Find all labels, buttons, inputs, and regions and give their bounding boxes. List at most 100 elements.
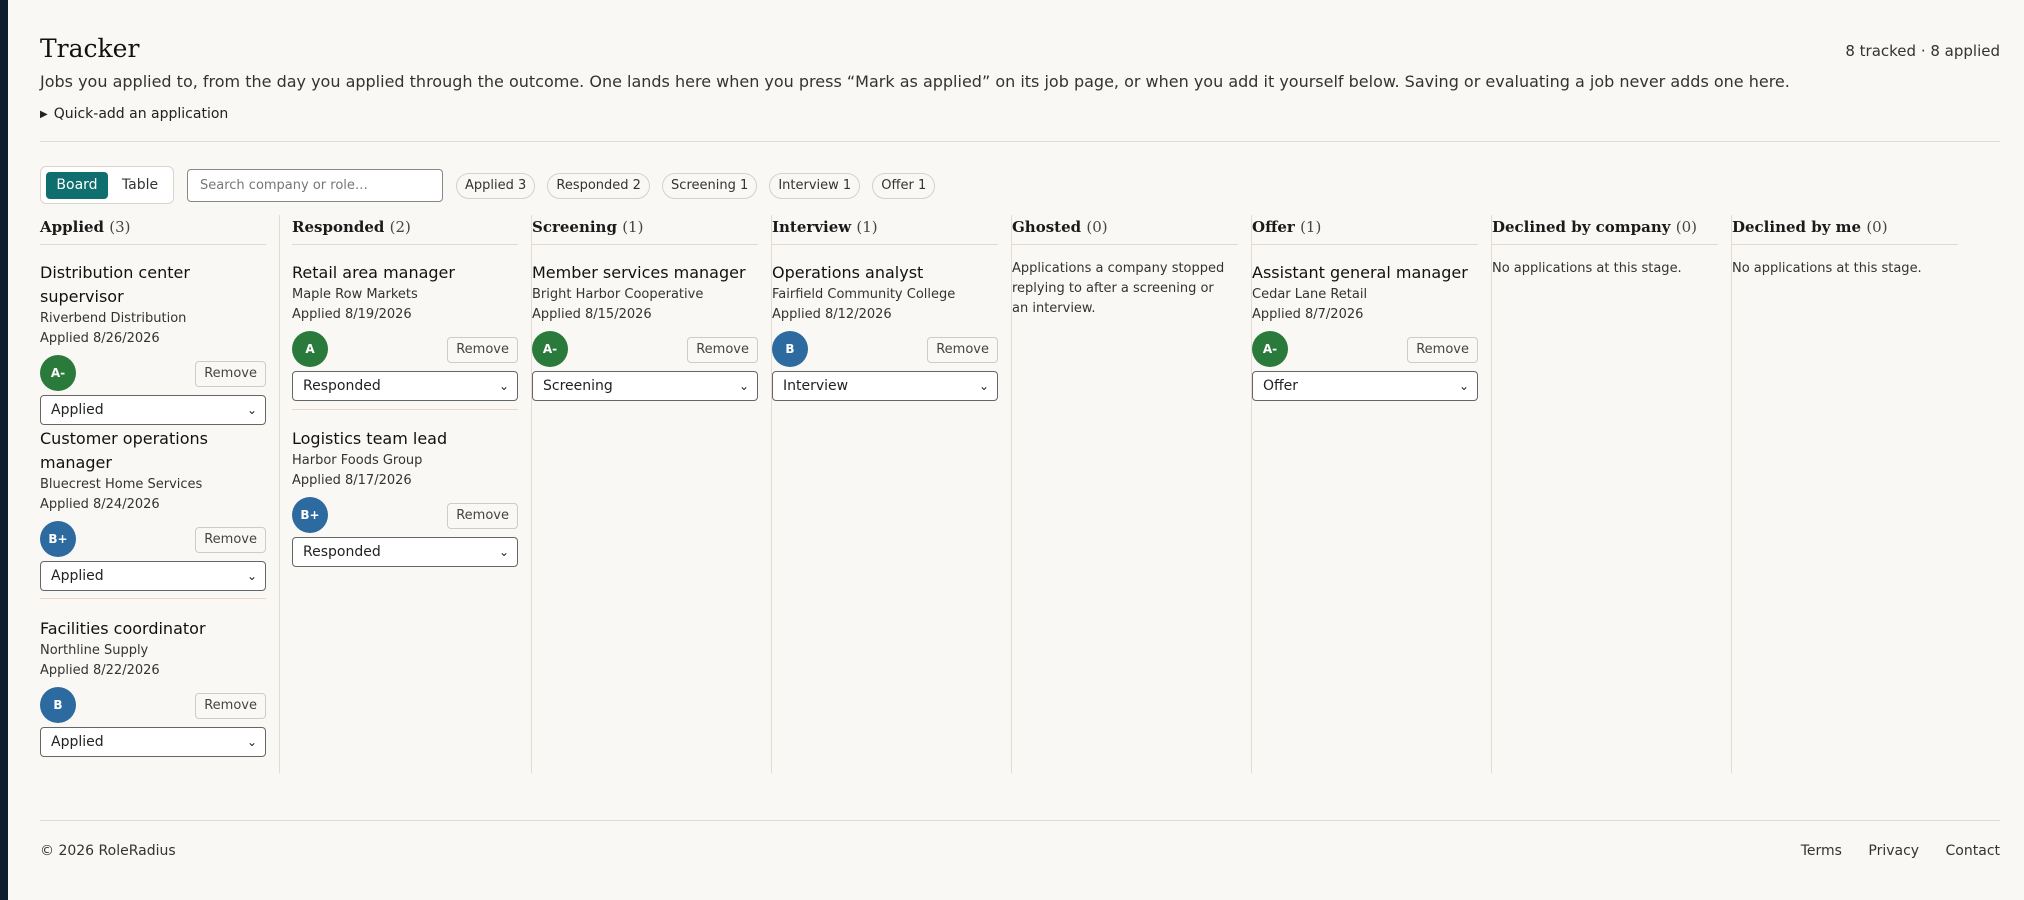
remove-button[interactable]: Remove — [447, 337, 518, 363]
chevron-down-icon: ⌄ — [738, 379, 749, 393]
status-select[interactable]: Responded ⌄ — [292, 537, 518, 567]
card-role[interactable]: Customer operations manager — [40, 427, 266, 475]
card-applied-date: Applied 8/7/2026 — [1252, 307, 1364, 322]
card-role[interactable]: Assistant general manager — [1252, 261, 1478, 285]
search-input[interactable] — [187, 169, 443, 202]
grade-badge: B — [40, 687, 76, 723]
card-role[interactable]: Facilities coordinator — [40, 617, 266, 641]
application-card: Operations analyst Fairfield Community C… — [772, 261, 998, 401]
chip-applied[interactable]: Applied 3 — [456, 173, 536, 199]
application-card: Retail area manager Maple Row Markets Ap… — [292, 261, 518, 410]
chevron-down-icon: ⌄ — [498, 545, 509, 559]
card-applied-date: Applied 8/12/2026 — [772, 307, 892, 322]
status-select[interactable]: Offer ⌄ — [1252, 371, 1478, 401]
remove-button[interactable]: Remove — [195, 361, 266, 387]
column-title: Applied — [40, 218, 105, 236]
remove-button[interactable]: Remove — [1407, 337, 1478, 363]
grade-badge: B+ — [292, 497, 328, 533]
footer-link-privacy[interactable]: Privacy — [1868, 843, 1919, 859]
remove-button[interactable]: Remove — [195, 693, 266, 719]
card-company: Cedar Lane Retail — [1252, 287, 1368, 302]
chip-offer[interactable]: Offer 1 — [872, 173, 936, 199]
column-ghosted: Ghosted (0) Applications a company stopp… — [1012, 215, 1252, 773]
chip-responded[interactable]: Responded 2 — [547, 173, 650, 199]
column-title: Declined by me — [1732, 218, 1862, 236]
card-company: Northline Supply — [40, 643, 149, 658]
chevron-down-icon: ⌄ — [978, 379, 989, 393]
status-select[interactable]: Applied ⌄ — [40, 561, 266, 591]
card-role[interactable]: Retail area manager — [292, 261, 518, 285]
left-rail — [0, 0, 8, 900]
status-select[interactable]: Screening ⌄ — [532, 371, 758, 401]
quick-add-toggle[interactable]: ▶ Quick-add an application — [40, 106, 228, 122]
column-header: Declined by company (0) — [1492, 218, 1718, 245]
card-role[interactable]: Member services manager — [532, 261, 758, 285]
column-screening: Screening (1) Member services manager Br… — [532, 215, 772, 773]
card-actions: B+ Remove — [292, 493, 518, 537]
status-select[interactable]: Applied ⌄ — [40, 727, 266, 757]
footer-links: Terms Privacy Contact — [1779, 843, 2000, 859]
table-view-button[interactable]: Table — [111, 172, 169, 199]
column-title: Offer — [1252, 218, 1295, 236]
column-responded: Responded (2) Retail area manager Maple … — [292, 215, 532, 773]
chip-interview[interactable]: Interview 1 — [769, 173, 861, 199]
card-actions: B+ Remove — [40, 517, 266, 561]
column-header: Offer (1) — [1252, 218, 1478, 245]
quick-add-label: Quick-add an application — [53, 106, 229, 122]
grade-badge: A — [292, 331, 328, 367]
card-company: Maple Row Markets — [292, 287, 418, 302]
card-role[interactable]: Operations analyst — [772, 261, 998, 285]
kanban-board: Applied (3) Distribution center supervis… — [40, 215, 2000, 773]
card-applied-date: Applied 8/22/2026 — [40, 663, 160, 678]
column-count: (1) — [1300, 218, 1322, 236]
chevron-down-icon: ⌄ — [246, 735, 257, 749]
status-select[interactable]: Responded ⌄ — [292, 371, 518, 401]
card-company: Harbor Foods Group — [292, 453, 423, 468]
status-value: Responded — [303, 544, 381, 560]
chip-screening[interactable]: Screening 1 — [662, 173, 758, 199]
column-offer: Offer (1) Assistant general manager Ceda… — [1252, 215, 1492, 773]
card-actions: A- Remove — [40, 351, 266, 395]
column-count: (1) — [856, 218, 878, 236]
status-value: Screening — [543, 378, 613, 394]
remove-button[interactable]: Remove — [687, 337, 758, 363]
remove-button[interactable]: Remove — [447, 503, 518, 529]
column-declined-by-me: Declined by me (0) No applications at th… — [1732, 215, 1972, 773]
card-actions: B Remove — [772, 327, 998, 371]
column-count: (0) — [1086, 218, 1108, 236]
grade-badge: A- — [1252, 331, 1288, 367]
card-role[interactable]: Logistics team lead — [292, 427, 518, 451]
application-card: Facilities coordinator Northline Supply … — [40, 617, 266, 757]
column-title: Declined by company — [1492, 218, 1671, 236]
remove-button[interactable]: Remove — [927, 337, 998, 363]
status-value: Responded — [303, 378, 381, 394]
card-company: Fairfield Community College — [772, 287, 956, 302]
tracked-counts: 8 tracked · 8 applied — [1845, 42, 2000, 60]
card-role[interactable]: Distribution center supervisor — [40, 261, 266, 309]
footer-link-terms[interactable]: Terms — [1801, 843, 1842, 859]
column-declined-by-company: Declined by company (0) No applications … — [1492, 215, 1732, 773]
status-value: Offer — [1263, 378, 1299, 394]
disclosure-triangle-icon: ▶ — [40, 109, 48, 120]
application-card: Customer operations manager Bluecrest Ho… — [40, 427, 266, 599]
column-header: Ghosted (0) — [1012, 218, 1238, 245]
column-interview: Interview (1) Operations analyst Fairfie… — [772, 215, 1012, 773]
footer-link-contact[interactable]: Contact — [1946, 843, 2000, 859]
column-count: (1) — [622, 218, 644, 236]
column-empty-note: No applications at this stage. — [1732, 261, 1922, 276]
grade-badge: A- — [532, 331, 568, 367]
status-select[interactable]: Interview ⌄ — [772, 371, 998, 401]
column-empty-note: No applications at this stage. — [1492, 261, 1682, 276]
column-title: Screening — [532, 218, 617, 236]
application-card: Member services manager Bright Harbor Co… — [532, 261, 758, 401]
column-header: Responded (2) — [292, 218, 518, 245]
page-intro: Jobs you applied to, from the day you ap… — [40, 72, 1790, 91]
remove-button[interactable]: Remove — [195, 527, 266, 553]
card-actions: A- Remove — [1252, 327, 1478, 371]
status-select[interactable]: Applied ⌄ — [40, 395, 266, 425]
board-view-button[interactable]: Board — [46, 172, 108, 199]
status-value: Interview — [783, 378, 849, 394]
card-applied-date: Applied 8/24/2026 — [40, 497, 160, 512]
card-company: Riverbend Distribution — [40, 311, 187, 326]
application-card: Logistics team lead Harbor Foods Group A… — [292, 427, 518, 567]
